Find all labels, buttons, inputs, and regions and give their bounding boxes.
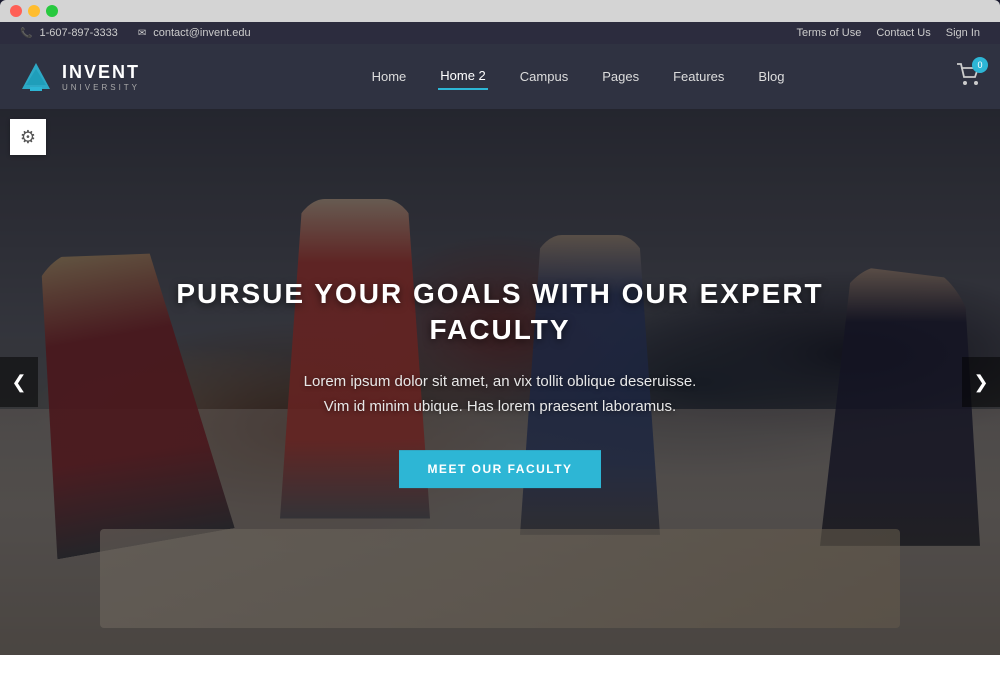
nav-link-home[interactable]: Home [370, 64, 409, 89]
mac-close-dot[interactable] [10, 5, 22, 17]
nav-link-blog[interactable]: Blog [756, 64, 786, 89]
settings-gear-button[interactable]: ⚙ [10, 119, 46, 155]
mac-chrome [0, 0, 1000, 22]
slider-next-button[interactable]: ❯ [962, 357, 1000, 407]
signin-link[interactable]: Sign In [946, 27, 980, 39]
terms-link[interactable]: Terms of Use [797, 27, 862, 39]
hero-content: PURSUE YOUR GOALS WITH OUR EXPERT FACULT… [150, 276, 850, 488]
hero-subtitle-line1: Lorem ipsum dolor sit amet, an vix tolli… [304, 373, 697, 390]
hero-subtitle: Lorem ipsum dolor sit amet, an vix tolli… [150, 369, 850, 420]
email-info: ✉ contact@invent.edu [138, 27, 251, 39]
phone-icon: 📞 [20, 28, 32, 39]
utility-bar-left: 📞 1-607-897-3333 ✉ contact@invent.edu [20, 27, 251, 39]
logo-sub: UNIVERSITY [62, 83, 140, 92]
logo-text: INVENT UNIVERSITY [62, 62, 140, 92]
hero-subtitle-line2: Vim id minim ubique. Has lorem praesent … [324, 398, 676, 415]
cart-icon-wrap: 0 [956, 63, 980, 90]
gear-icon: ⚙ [20, 127, 36, 148]
utility-bar: 📞 1-607-897-3333 ✉ contact@invent.edu Te… [0, 22, 1000, 44]
arrow-left-icon: ❮ [11, 372, 26, 393]
hero-cta-button[interactable]: MEET OUR FACULTY [399, 450, 600, 488]
utility-bar-right: Terms of Use Contact Us Sign In [797, 27, 980, 39]
email-icon: ✉ [138, 28, 146, 39]
arrow-right-icon: ❯ [973, 372, 988, 393]
slider-prev-button[interactable]: ❮ [0, 357, 38, 407]
nav-links: Home Home 2 Campus Pages Features Blog [200, 63, 956, 90]
contact-link[interactable]: Contact Us [876, 27, 930, 39]
nav-cart[interactable]: 0 [956, 63, 980, 90]
nav-link-home2[interactable]: Home 2 [438, 63, 488, 90]
logo-area[interactable]: INVENT UNIVERSITY [20, 61, 140, 93]
phone-info: 📞 1-607-897-3333 [20, 27, 118, 39]
browser-content: 📞 1-607-897-3333 ✉ contact@invent.edu Te… [0, 22, 1000, 683]
nav-link-campus[interactable]: Campus [518, 64, 570, 89]
mac-fullscreen-dot[interactable] [46, 5, 58, 17]
logo-name: INVENT [62, 62, 140, 83]
main-nav: INVENT UNIVERSITY Home Home 2 Campus Pag… [0, 44, 1000, 109]
logo-icon [20, 61, 52, 93]
mac-minimize-dot[interactable] [28, 5, 40, 17]
logo-svg [20, 61, 52, 93]
cart-badge: 0 [972, 57, 988, 73]
nav-link-pages[interactable]: Pages [600, 64, 641, 89]
nav-link-features[interactable]: Features [671, 64, 726, 89]
hero-title: PURSUE YOUR GOALS WITH OUR EXPERT FACULT… [150, 276, 850, 349]
hero-section: ⚙ PURSUE YOUR GOALS WITH OUR EXPERT FACU… [0, 109, 1000, 655]
